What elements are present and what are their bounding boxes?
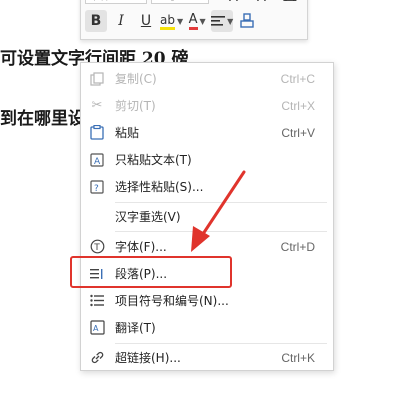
underline-button[interactable]: U: [135, 10, 157, 32]
format-painter-button[interactable]: [236, 10, 258, 32]
bullets-icon: [89, 293, 105, 309]
svg-text:T: T: [93, 243, 100, 253]
menu-item-paste[interactable]: 粘贴 Ctrl+V: [81, 119, 333, 146]
svg-text:?: ?: [94, 184, 99, 194]
menu-item-label: 翻译(T): [115, 321, 156, 335]
svg-text:A: A: [94, 157, 101, 167]
format-painter-icon: [240, 13, 254, 28]
menu-item-reselect-chinese[interactable]: 汉字重选(V): [81, 203, 333, 230]
italic-icon: I: [118, 13, 124, 29]
menu-item-label: 汉字重选(V): [115, 210, 181, 224]
menu-item-paste-text-only[interactable]: A 只粘贴文本(T): [81, 146, 333, 173]
menu-separator: [115, 231, 327, 232]
font-size-select[interactable]: 四号: [151, 0, 209, 4]
menu-item-cut[interactable]: ✂ 剪切(T) Ctrl+X: [81, 92, 333, 119]
translate-icon: A: [89, 320, 105, 336]
font-name-select[interactable]: 宋体: [85, 0, 147, 4]
menu-item-bullets-numbering[interactable]: 项目符号和编号(N)...: [81, 287, 333, 314]
shrink-font-icon[interactable]: A: [257, 0, 266, 5]
menu-item-label: 只粘贴文本(T): [115, 153, 192, 167]
menu-item-label: 超链接(H)...: [115, 351, 181, 365]
menu-item-paste-special[interactable]: ? 选择性粘贴(S)...: [81, 173, 333, 200]
copy-icon: [89, 71, 105, 87]
menu-item-label: 剪切(T): [115, 99, 156, 113]
menu-item-label: 复制(C): [115, 72, 157, 86]
align-button[interactable]: ▼: [211, 10, 234, 32]
menu-item-shortcut: Ctrl+X: [281, 98, 315, 113]
bold-button[interactable]: B: [85, 10, 107, 32]
menu-item-translate[interactable]: A 翻译(T): [81, 314, 333, 341]
align-left-icon: [211, 16, 226, 26]
menu-item-shortcut: Ctrl+K: [281, 350, 315, 365]
menu-item-label: 选择性粘贴(S)...: [115, 180, 204, 194]
link-icon: [89, 350, 105, 366]
font-color-icon: A: [188, 12, 198, 30]
context-menu: 复制(C) Ctrl+C ✂ 剪切(T) Ctrl+X 粘贴 Ctrl+V A …: [80, 62, 334, 371]
italic-button[interactable]: I: [110, 10, 132, 32]
underline-icon: U: [140, 13, 152, 29]
menu-item-shortcut: Ctrl+D: [280, 239, 315, 254]
chevron-down-icon: ▼: [176, 16, 184, 26]
bold-icon: B: [90, 13, 102, 29]
highlight-box: [70, 256, 232, 288]
menu-item-hyperlink[interactable]: 超链接(H)... Ctrl+K: [81, 344, 333, 371]
mini-toolbar: 宋体 四号 A A ⌫ B I U ab▼ A▼ ▼: [80, 0, 308, 40]
menu-item-label: 字体(F)...: [115, 240, 167, 254]
document-text-line: 到在哪里设: [0, 109, 85, 129]
chevron-down-icon: ▼: [199, 16, 206, 26]
scissors-icon: ✂: [91, 98, 103, 113]
menu-item-shortcut: Ctrl+V: [281, 125, 315, 140]
paste-text-icon: A: [89, 152, 105, 168]
highlight-button[interactable]: ab ▼: [160, 10, 183, 32]
svg-text:A: A: [93, 324, 99, 333]
paste-icon: [89, 125, 105, 141]
grow-font-icon[interactable]: A: [229, 0, 238, 5]
chevron-down-icon: ▼: [227, 16, 234, 26]
menu-item-label: 粘贴: [115, 126, 140, 140]
menu-item-shortcut: Ctrl+C: [280, 71, 315, 86]
clear-format-icon[interactable]: ⌫: [279, 0, 297, 5]
paste-special-icon: ?: [89, 179, 105, 195]
font-color-button[interactable]: A ▼: [186, 10, 208, 32]
menu-item-label: 项目符号和编号(N)...: [115, 294, 229, 308]
menu-item-copy[interactable]: 复制(C) Ctrl+C: [81, 65, 333, 92]
highlight-icon: ab: [160, 13, 175, 30]
font-icon: T: [89, 239, 105, 255]
